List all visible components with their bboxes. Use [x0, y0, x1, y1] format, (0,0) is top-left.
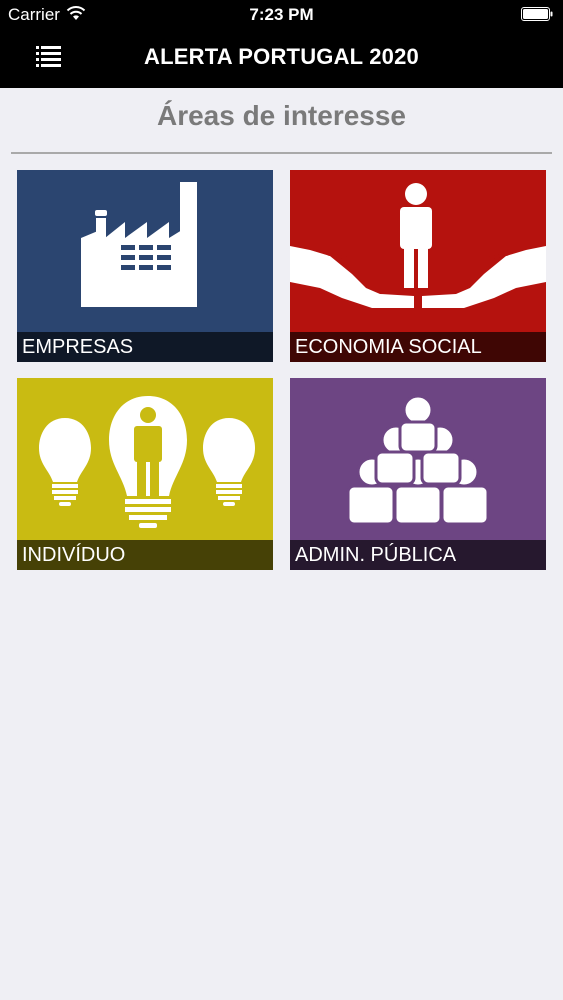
app-title: ALERTA PORTUGAL 2020 — [144, 44, 419, 69]
top-bar: Carrier 7:23 PM ALERTA PORTUGAL 2020 — [0, 0, 563, 88]
tile-label: ADMIN. PÚBLICA — [295, 544, 457, 566]
tile-label-bar: ECONOMIA SOCIAL — [290, 332, 546, 362]
lightbulbs-person-icon — [39, 396, 255, 528]
clock: 7:23 PM — [249, 5, 314, 24]
hands-person-icon — [290, 183, 546, 308]
tile-economia-social[interactable]: ECONOMIA SOCIAL — [290, 170, 546, 362]
people-pyramid-icon — [346, 394, 490, 526]
section-title: Áreas de interesse — [156, 100, 407, 131]
tile-label: ECONOMIA SOCIAL — [295, 336, 482, 358]
tile-individuo[interactable]: INDIVÍDUO — [17, 378, 273, 570]
tile-empresas[interactable]: EMPRESAS — [17, 170, 273, 362]
tile-label-bar: ADMIN. PÚBLICA — [290, 540, 546, 570]
tile-label: INDIVÍDUO — [22, 544, 126, 566]
factory-icon — [81, 182, 197, 307]
tile-label: EMPRESAS — [22, 336, 134, 358]
navigation-bar: ALERTA PORTUGAL 2020 — [0, 30, 563, 88]
tile-admin-publica[interactable]: ADMIN. PÚBLICA — [290, 378, 546, 570]
divider — [11, 152, 552, 154]
battery-icon — [521, 7, 553, 21]
tile-label-bar: EMPRESAS — [17, 332, 273, 362]
tile-label-bar: INDIVÍDUO — [17, 540, 273, 570]
status-bar: Carrier 7:23 PM — [0, 0, 563, 30]
